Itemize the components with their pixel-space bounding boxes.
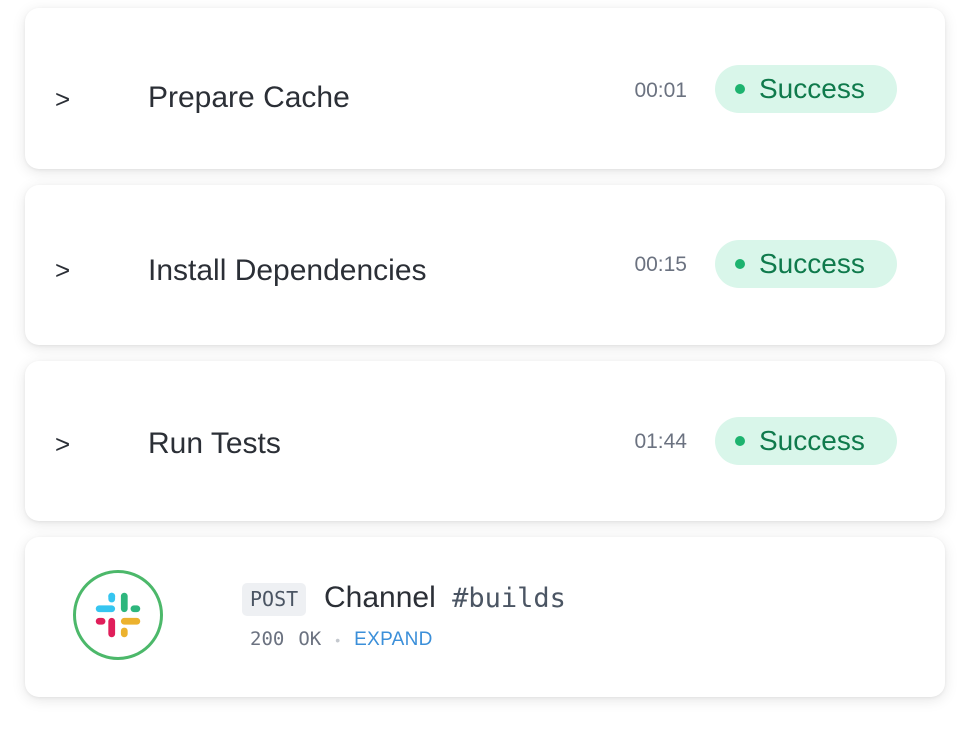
status-dot-icon [735,84,745,94]
status-badge-label: Success [759,425,865,456]
separator-dot: • [335,631,341,648]
status-badge: Success [715,240,897,288]
slack-avatar [73,570,163,660]
http-method-tag: POST [242,583,307,616]
expand-chevron-icon[interactable]: > [55,257,70,283]
status-dot-icon [735,436,745,446]
status-badge: Success [715,417,897,465]
webhook-title: Channel #builds [324,583,566,613]
step-name: Prepare Cache [148,81,350,114]
step-duration: 01:44 [634,430,687,453]
response-status-code: 200 [250,628,285,650]
pipeline-steps-panel: > Prepare Cache 00:01 Success > Install … [0,0,970,738]
status-dot-icon [735,259,745,269]
step-duration: 00:15 [634,253,687,276]
response-status-text: OK [298,628,322,650]
step-name: Run Tests [148,427,281,460]
expand-chevron-icon[interactable]: > [55,431,70,457]
step-duration: 00:01 [634,79,687,102]
expand-chevron-icon[interactable]: > [55,86,70,112]
slack-logo-icon [95,592,141,638]
step-card-run-tests[interactable]: > Run Tests 01:44 Success [25,361,945,521]
slack-webhook-card: POST Channel #builds 200 OK • EXPAND [25,537,945,697]
webhook-title-label: Channel [324,581,436,614]
status-badge-label: Success [759,248,865,279]
status-badge: Success [715,65,897,113]
status-badge-label: Success [759,73,865,104]
step-card-install-dependencies[interactable]: > Install Dependencies 00:15 Success [25,185,945,345]
channel-name: #builds [452,583,566,614]
step-name: Install Dependencies [148,254,427,287]
step-card-prepare-cache[interactable]: > Prepare Cache 00:01 Success [25,8,945,169]
expand-link[interactable]: EXPAND [354,630,433,649]
response-meta: 200 OK • EXPAND [250,628,433,650]
